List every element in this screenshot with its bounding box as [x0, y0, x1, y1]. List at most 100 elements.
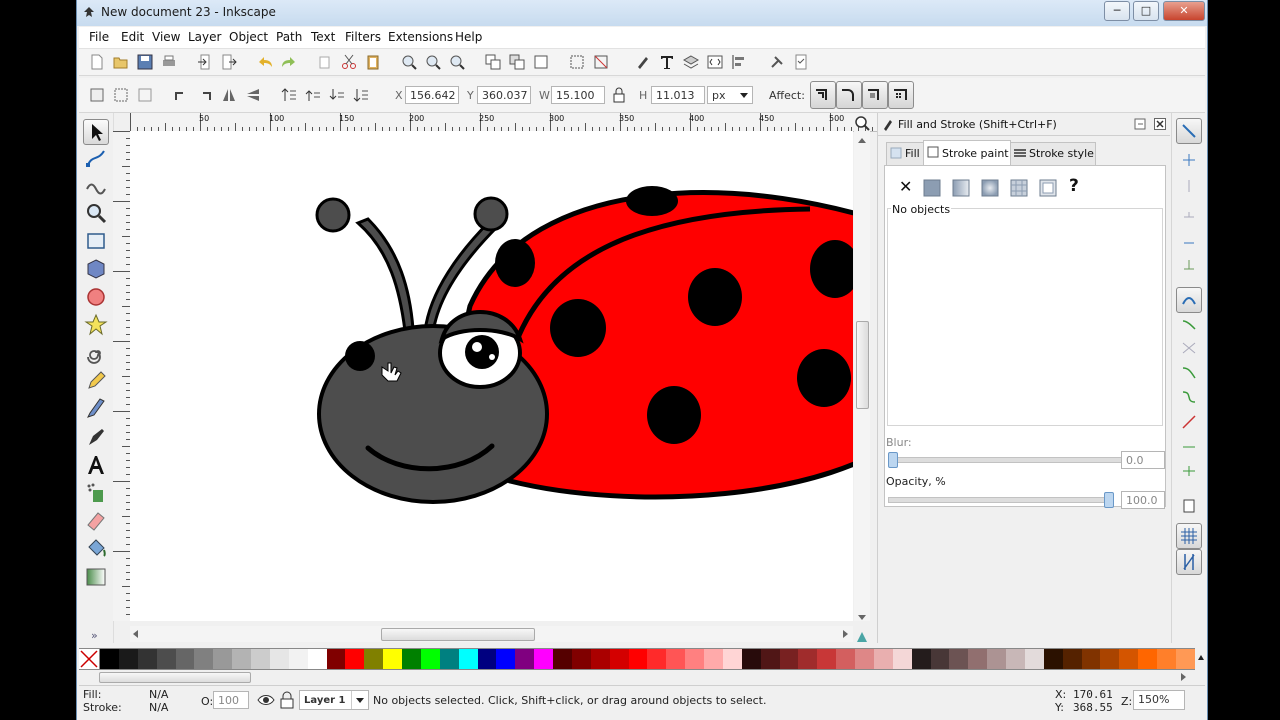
- affect-gradients-toggle[interactable]: [862, 81, 888, 109]
- palette-swatch[interactable]: [402, 649, 421, 669]
- palette-swatch[interactable]: [722, 649, 742, 669]
- pattern-icon[interactable]: [1010, 179, 1028, 197]
- palette-swatch[interactable]: [666, 649, 686, 669]
- unset-paint-button[interactable]: ?: [1069, 176, 1079, 196]
- palette-swatch[interactable]: [156, 649, 176, 669]
- menu-object[interactable]: Object: [229, 30, 268, 44]
- raise-icon[interactable]: [305, 87, 321, 103]
- ellipse-tool[interactable]: [84, 285, 108, 309]
- snap-bbox-icon[interactable]: [1182, 153, 1196, 167]
- palette-scroll-thumb[interactable]: [99, 672, 251, 683]
- palette-swatch[interactable]: [892, 649, 912, 669]
- snap-intersections-icon[interactable]: [1182, 341, 1196, 355]
- palette-swatch[interactable]: [817, 649, 837, 669]
- palette-swatch[interactable]: [534, 649, 553, 669]
- menu-path[interactable]: Path: [276, 30, 302, 44]
- calligraphy-tool[interactable]: [84, 425, 108, 449]
- spiral-tool[interactable]: [84, 341, 108, 365]
- minimize-button[interactable]: ─: [1104, 1, 1130, 21]
- opacity-input[interactable]: 100.0: [1121, 491, 1165, 509]
- star-tool[interactable]: [84, 313, 108, 337]
- dock-icon[interactable]: [1134, 118, 1146, 130]
- menu-view[interactable]: View: [152, 30, 180, 44]
- snap-paths-icon[interactable]: [1182, 317, 1196, 331]
- palette-swatch[interactable]: [420, 649, 440, 669]
- snap-centers-icon[interactable]: [1182, 463, 1196, 477]
- palette-swatch[interactable]: [628, 649, 648, 669]
- snap-guides-toggle[interactable]: [1176, 549, 1202, 575]
- palette-swatch[interactable]: [741, 649, 761, 669]
- save-icon[interactable]: [137, 54, 153, 70]
- cut-icon[interactable]: [341, 54, 357, 70]
- palette-menu-icon[interactable]: [1197, 651, 1205, 665]
- pencil-tool[interactable]: [84, 369, 108, 393]
- gradient-tool[interactable]: [84, 565, 108, 589]
- xml-editor-icon[interactable]: [707, 54, 723, 70]
- flip-vertical-icon[interactable]: [245, 87, 261, 103]
- layer-lock-icon[interactable]: [279, 691, 295, 709]
- palette-swatch[interactable]: [496, 649, 516, 669]
- unit-select[interactable]: px: [707, 86, 753, 104]
- palette-swatch[interactable]: [760, 649, 780, 669]
- new-document-icon[interactable]: [89, 54, 105, 70]
- palette-swatch[interactable]: [100, 649, 119, 669]
- fill-stroke-icon[interactable]: [635, 54, 651, 70]
- scroll-up-icon[interactable]: [858, 137, 866, 145]
- drawing-canvas[interactable]: [130, 131, 853, 621]
- opacity-slider-handle[interactable]: [1104, 492, 1114, 508]
- tweak-tool[interactable]: [84, 173, 108, 197]
- text-tool[interactable]: [84, 453, 108, 477]
- snap-grid-toggle[interactable]: [1176, 523, 1202, 549]
- palette-swatch[interactable]: [137, 649, 157, 669]
- ungroup-icon[interactable]: [593, 54, 609, 70]
- align-distribute-icon[interactable]: [731, 54, 747, 70]
- palette-swatch[interactable]: [798, 649, 818, 669]
- more-tools-icon[interactable]: »: [91, 629, 98, 642]
- redo-icon[interactable]: [281, 54, 297, 70]
- no-paint-button[interactable]: ✕: [899, 177, 912, 196]
- h-input[interactable]: 11.013: [651, 86, 705, 104]
- radial-gradient-icon[interactable]: [981, 179, 999, 197]
- palette-swatch[interactable]: [855, 649, 874, 669]
- preferences-icon[interactable]: [769, 54, 785, 70]
- blur-slider[interactable]: [888, 457, 1122, 463]
- undo-icon[interactable]: [257, 54, 273, 70]
- palette-swatch[interactable]: [647, 649, 667, 669]
- scroll-down-icon[interactable]: [858, 613, 866, 621]
- rectangle-tool[interactable]: [84, 229, 108, 253]
- palette-swatch[interactable]: [1043, 649, 1063, 669]
- x-input[interactable]: 156.642: [405, 86, 459, 104]
- palette-swatch[interactable]: [439, 649, 459, 669]
- select-all-layers-icon[interactable]: [113, 87, 129, 103]
- palette-swatch[interactable]: [269, 649, 289, 669]
- no-color-swatch[interactable]: [79, 649, 100, 669]
- copy-icon[interactable]: [317, 54, 333, 70]
- close-dialog-icon[interactable]: [1154, 118, 1166, 130]
- flip-horizontal-icon[interactable]: [221, 87, 237, 103]
- eraser-tool[interactable]: [84, 509, 108, 533]
- snap-page-border-icon[interactable]: [1182, 499, 1196, 513]
- palette-swatch[interactable]: [968, 649, 988, 669]
- affect-scale-stroke-toggle[interactable]: [810, 81, 836, 109]
- palette-swatch[interactable]: [1006, 649, 1025, 669]
- palette-swatch[interactable]: [609, 649, 629, 669]
- ladybug-drawing[interactable]: [130, 131, 853, 621]
- palette-swatch[interactable]: [307, 649, 327, 669]
- w-input[interactable]: 15.100: [551, 86, 605, 104]
- zoom-selection-icon[interactable]: [401, 54, 417, 70]
- layers-icon[interactable]: [683, 54, 699, 70]
- snap-nodes-toggle[interactable]: [1176, 287, 1202, 313]
- palette-swatch[interactable]: [326, 649, 346, 669]
- palette-swatch[interactable]: [1175, 649, 1195, 669]
- snap-object-midpoints-icon[interactable]: [1182, 439, 1196, 453]
- menu-edit[interactable]: Edit: [121, 30, 144, 44]
- palette-swatch[interactable]: [590, 649, 610, 669]
- palette-swatch[interactable]: [1157, 649, 1176, 669]
- menu-extensions[interactable]: Extensions: [388, 30, 453, 44]
- palette-swatch[interactable]: [1119, 649, 1139, 669]
- layer-select[interactable]: Layer 1: [299, 690, 369, 710]
- affect-scale-corners-toggle[interactable]: [836, 81, 862, 109]
- paint-bucket-tool[interactable]: [84, 537, 108, 561]
- palette-swatch[interactable]: [515, 649, 535, 669]
- document-properties-icon[interactable]: [793, 54, 809, 70]
